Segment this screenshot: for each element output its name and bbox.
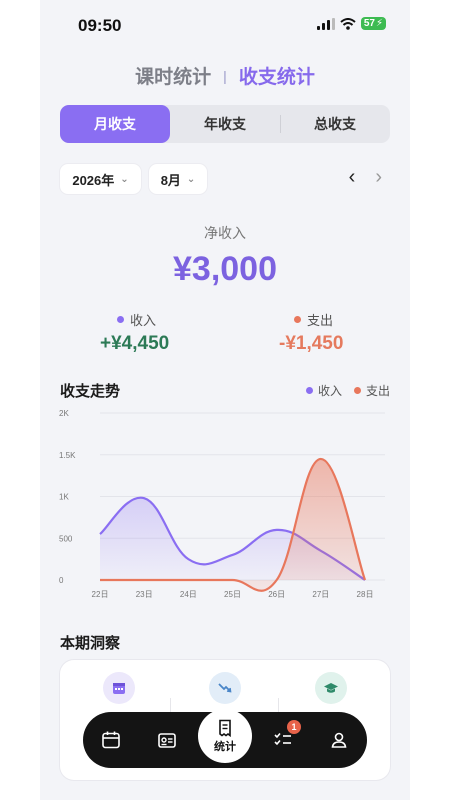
battery-icon: 57 ⚡ — [360, 17, 386, 30]
chart-legend: 收入 支出 — [305, 382, 390, 399]
period-segmented-control: 月收支 年收支 总收支 — [60, 105, 390, 143]
y-tick-label: 0 — [59, 576, 64, 585]
segment-total[interactable]: 总收支 — [280, 105, 390, 143]
y-tick-label: 1K — [59, 493, 69, 502]
tab-students[interactable] — [153, 726, 181, 754]
x-tick-label: 27日 — [312, 590, 329, 599]
expense-dot-icon — [294, 316, 301, 323]
legend-expense: 支出 — [353, 382, 390, 399]
signal-icon — [316, 17, 335, 30]
trend-down-icon — [209, 672, 241, 704]
y-tick-label: 500 — [59, 534, 73, 543]
legend-income-dot-icon — [305, 387, 313, 394]
id-card-icon — [158, 733, 176, 748]
calendar-icon — [102, 731, 120, 749]
x-tick-label: 22日 — [92, 590, 109, 599]
income-value: +¥4,450 — [100, 333, 170, 354]
legend-income: 收入 — [305, 382, 342, 399]
y-tick-label: 1.5K — [59, 451, 76, 460]
expense-value: -¥1,450 — [279, 333, 344, 354]
tab-finance-stats[interactable]: 收支统计 — [239, 67, 315, 88]
trend-section-title: 收支走势 — [60, 383, 121, 400]
graduation-cap-icon — [315, 672, 347, 704]
status-time: 09:50 — [78, 16, 122, 35]
x-tick-label: 26日 — [268, 590, 285, 599]
year-value: 2026年 — [72, 172, 115, 188]
x-tick-label: 25日 — [224, 590, 241, 599]
tab-lesson-stats[interactable]: 课时统计 — [135, 67, 211, 88]
wifi-icon — [340, 17, 356, 30]
month-navigation: ‹ › — [349, 166, 382, 189]
expense-label: 支出 — [294, 310, 333, 329]
legend-expense-dot-icon — [353, 387, 361, 394]
legend-expense-label: 支出 — [365, 384, 390, 398]
income-label-text: 收入 — [130, 313, 157, 328]
page-title-bar: 课时统计 | 收支统计 — [40, 62, 410, 89]
user-icon — [331, 732, 347, 748]
title-separator: | — [223, 68, 227, 84]
tab-calendar[interactable] — [97, 726, 125, 754]
trend-chart: 0 500 1K 1.5K 2K 22日 23日 24日 25日 26日 27日 28日 — [59, 409, 385, 599]
x-tick-label: 28日 — [357, 590, 374, 599]
segment-monthly[interactable]: 月收支 — [60, 105, 170, 143]
tab-tasks[interactable]: 1 — [269, 720, 301, 754]
insights-section-title: 本期洞察 — [60, 635, 121, 652]
status-icons: 57 ⚡ — [316, 17, 386, 30]
x-tick-label: 24日 — [180, 590, 197, 599]
income-dot-icon — [117, 316, 124, 323]
net-income-label: 净收入 — [204, 225, 246, 241]
month-value: 8月 — [160, 172, 181, 188]
chevron-down-icon: ⌄ — [120, 173, 129, 185]
calendar-icon — [103, 672, 135, 704]
notification-badge: 1 — [287, 720, 301, 734]
segment-yearly[interactable]: 年收支 — [170, 105, 280, 143]
status-bar: 09:50 57 ⚡ — [40, 14, 410, 36]
bottom-tab-bar: 统计 1 — [83, 709, 367, 768]
net-income-value: ¥3,000 — [173, 250, 277, 288]
tab-statistics-label: 统计 — [214, 740, 236, 753]
legend-income-label: 收入 — [317, 384, 342, 398]
income-label: 收入 — [117, 310, 156, 329]
expense-label-text: 支出 — [307, 313, 334, 328]
chevron-down-icon: ⌄ — [186, 173, 196, 185]
tab-statistics[interactable]: 统计 — [198, 709, 252, 763]
month-select[interactable]: 8月 ⌄ — [149, 164, 207, 194]
next-month-icon[interactable]: › — [375, 166, 382, 189]
receipt-icon — [219, 719, 231, 737]
prev-month-icon[interactable]: ‹ — [349, 166, 356, 189]
charging-icon: ⚡ — [375, 18, 383, 29]
year-select[interactable]: 2026年 ⌄ — [60, 164, 141, 194]
x-tick-label: 23日 — [136, 590, 153, 599]
app-screen: 09:50 57 ⚡ 课时统计 | 收支统计 月收支 年收支 总收支 2026年 ⌄ 8… — [40, 0, 410, 800]
battery-level: 57 — [363, 18, 375, 29]
tab-profile[interactable] — [325, 726, 353, 754]
y-tick-label: 2K — [59, 409, 69, 418]
